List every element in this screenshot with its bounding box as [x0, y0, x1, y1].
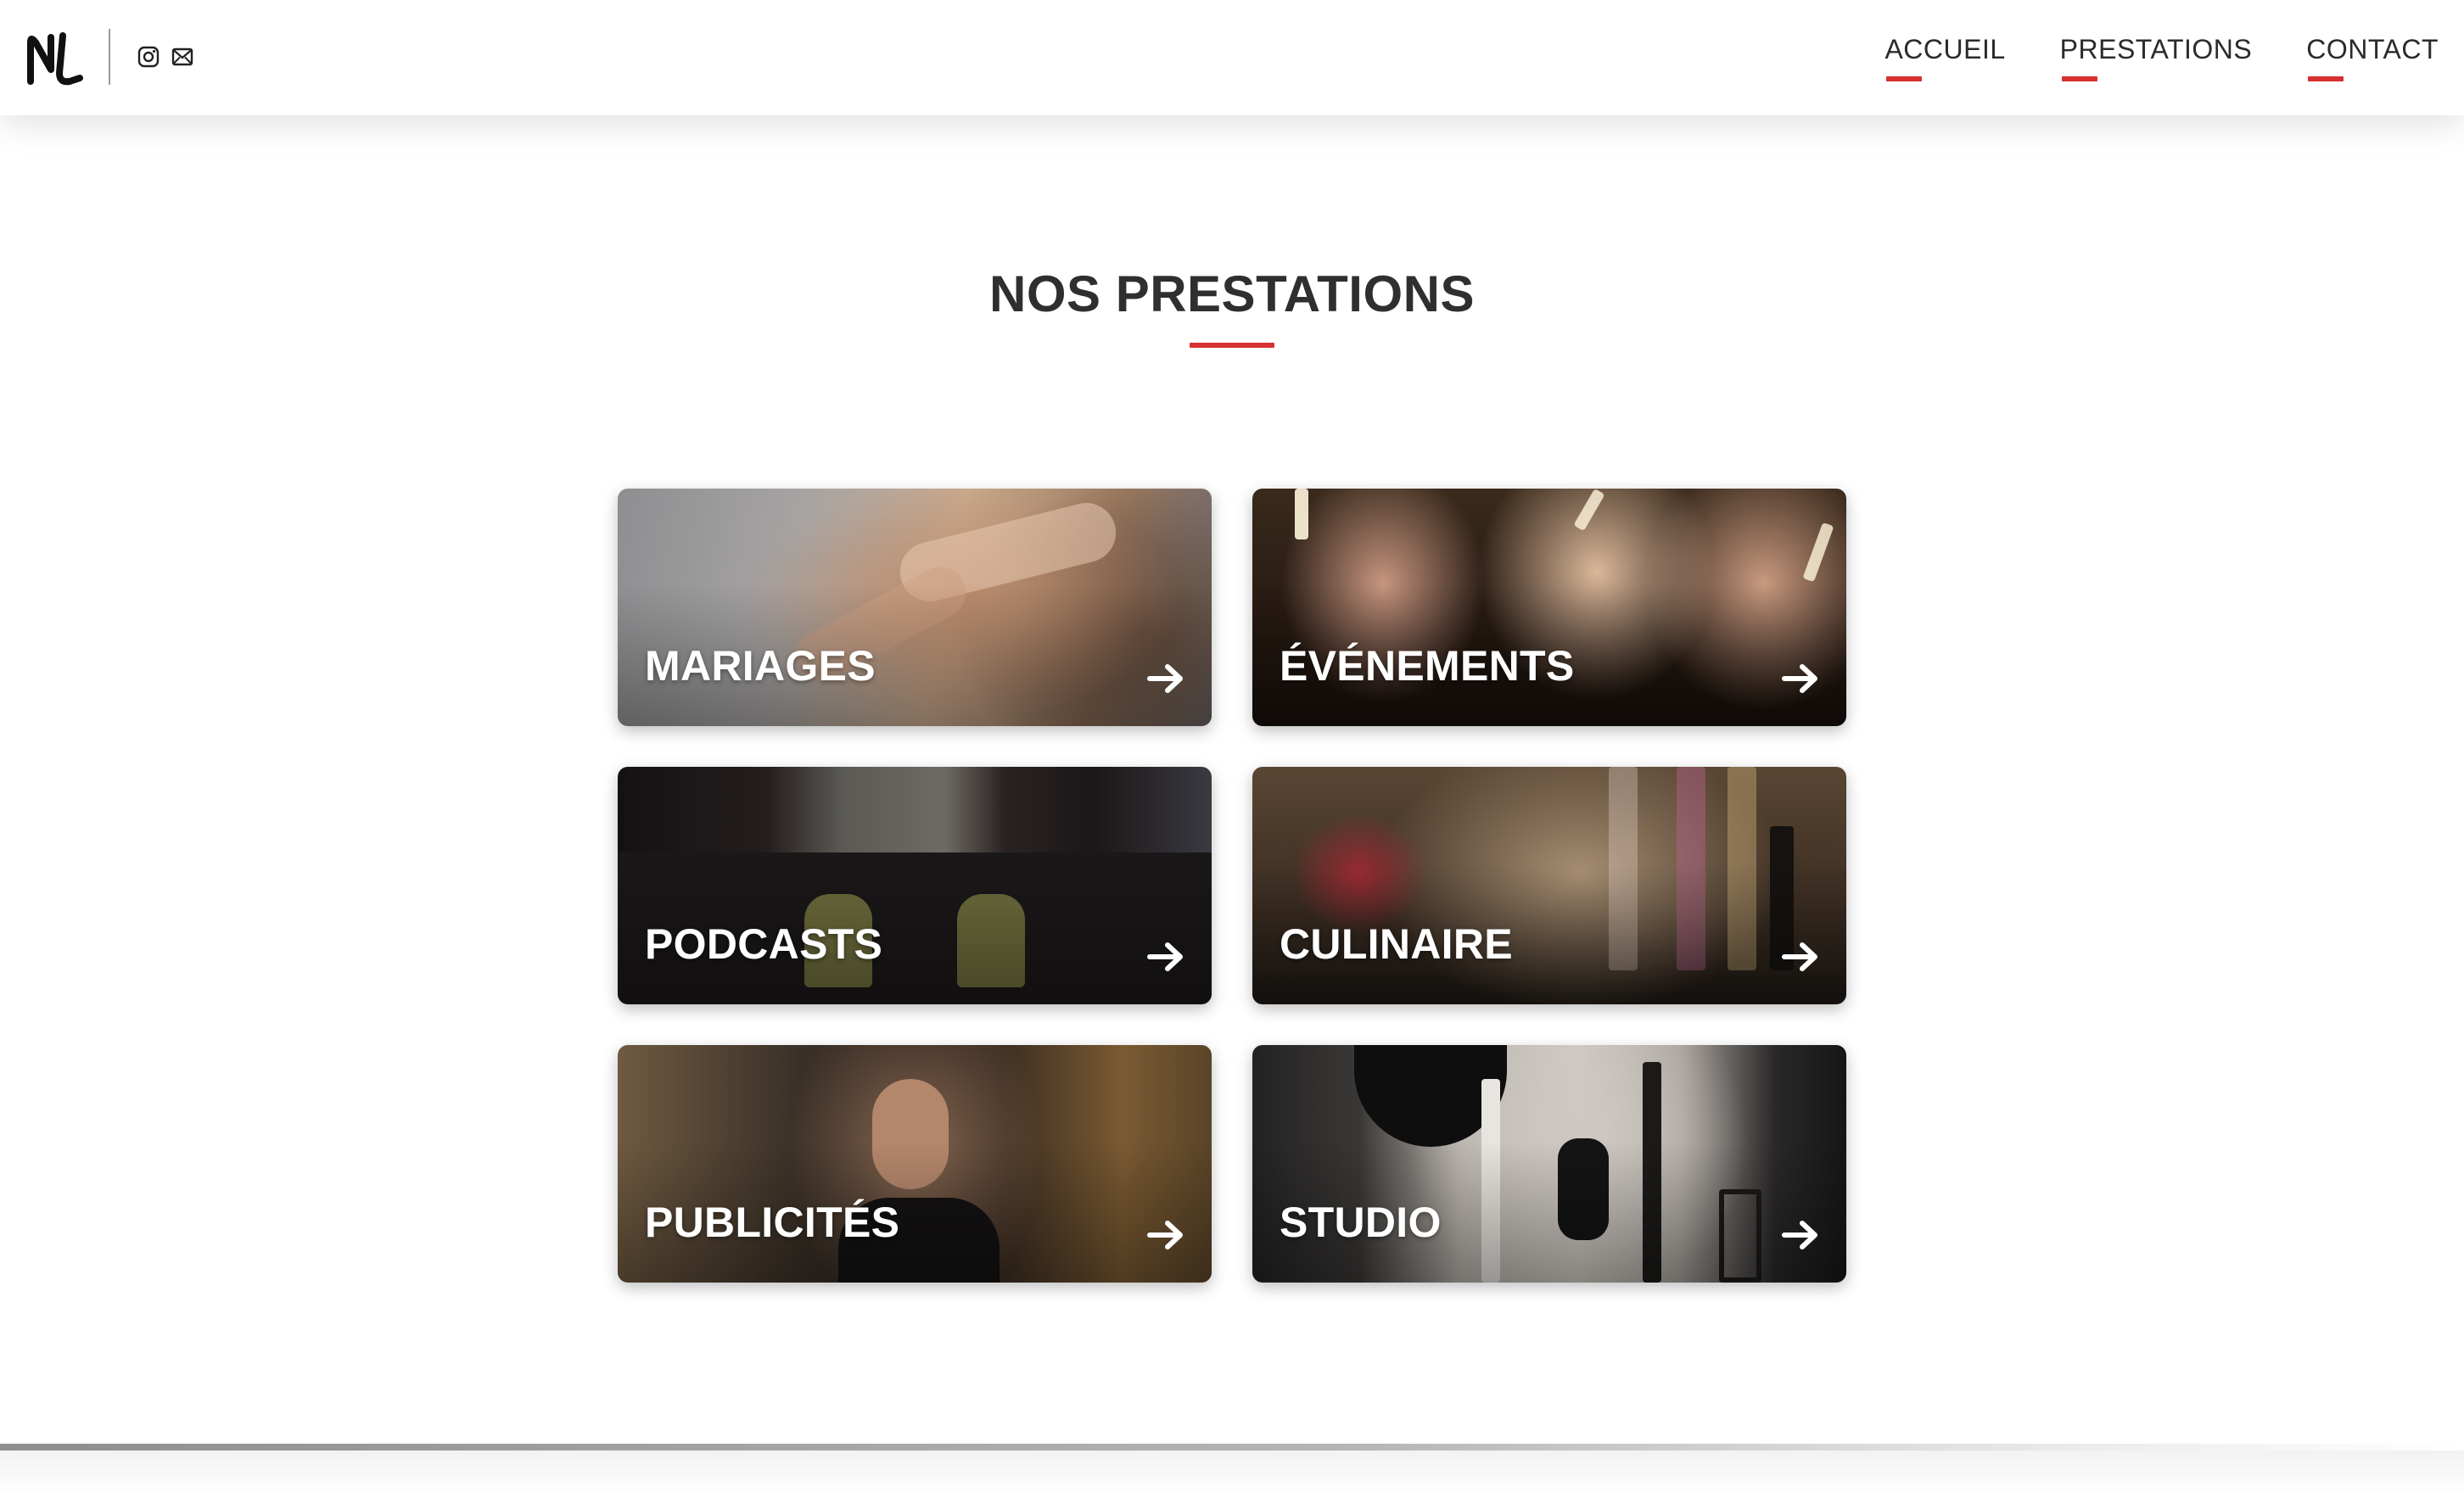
- title-underline: [1190, 343, 1274, 348]
- card-shade: [1252, 1045, 1846, 1283]
- footer-divider: [0, 1444, 2464, 1450]
- nav-underline: [2308, 76, 2344, 81]
- card-label: PODCASTS: [645, 920, 883, 968]
- card-shade: [1252, 767, 1846, 1004]
- card-shade: [618, 767, 1212, 1004]
- card-shade: [1252, 489, 1846, 726]
- nav-item-prestations[interactable]: PRESTATIONS: [2059, 34, 2253, 81]
- service-card-podcasts[interactable]: PODCASTS: [618, 767, 1212, 1004]
- card-shade: [618, 489, 1212, 726]
- nav-item-label: ACCUEIL: [1884, 34, 2006, 64]
- page-title: NOS PRESTATIONS: [989, 266, 1475, 322]
- nav-item-label: CONTACT: [2306, 34, 2439, 64]
- arrow-right-icon: [1147, 664, 1183, 693]
- arrow-right-icon: [1782, 1221, 1817, 1249]
- card-shade: [618, 1045, 1212, 1283]
- nl-monogram-logo[interactable]: [25, 31, 83, 88]
- instagram-icon[interactable]: [137, 46, 160, 68]
- main-nav: ACCUEIL PRESTATIONS CONTACT: [1884, 34, 2439, 81]
- service-card-culinaire[interactable]: CULINAIRE: [1252, 767, 1846, 1004]
- arrow-right-icon: [1147, 942, 1183, 971]
- nav-item-label: PRESTATIONS: [2059, 34, 2253, 64]
- mail-icon[interactable]: [171, 46, 193, 68]
- arrow-right-icon: [1147, 1221, 1183, 1249]
- service-card-studio[interactable]: STUDIO: [1252, 1045, 1846, 1283]
- service-card-publicites[interactable]: PUBLICITÉS: [618, 1045, 1212, 1283]
- nav-item-contact[interactable]: CONTACT: [2306, 34, 2439, 81]
- nav-underline: [2061, 76, 2097, 81]
- site-header: ACCUEIL PRESTATIONS CONTACT: [0, 0, 2464, 115]
- card-label: ÉVÉNEMENTS: [1280, 642, 1575, 690]
- logo-divider: [109, 29, 110, 85]
- arrow-right-icon: [1782, 942, 1817, 971]
- nav-item-accueil[interactable]: ACCUEIL: [1884, 34, 2006, 81]
- card-label: PUBLICITÉS: [645, 1199, 900, 1246]
- card-label: MARIAGES: [645, 642, 876, 690]
- card-label: STUDIO: [1280, 1199, 1442, 1246]
- footer-area: [0, 1450, 2464, 1498]
- service-card-evenements[interactable]: ÉVÉNEMENTS: [1252, 489, 1846, 726]
- nav-underline: [1886, 76, 1923, 81]
- arrow-right-icon: [1782, 664, 1817, 693]
- service-card-mariages[interactable]: MARIAGES: [618, 489, 1212, 726]
- card-label: CULINAIRE: [1280, 920, 1513, 968]
